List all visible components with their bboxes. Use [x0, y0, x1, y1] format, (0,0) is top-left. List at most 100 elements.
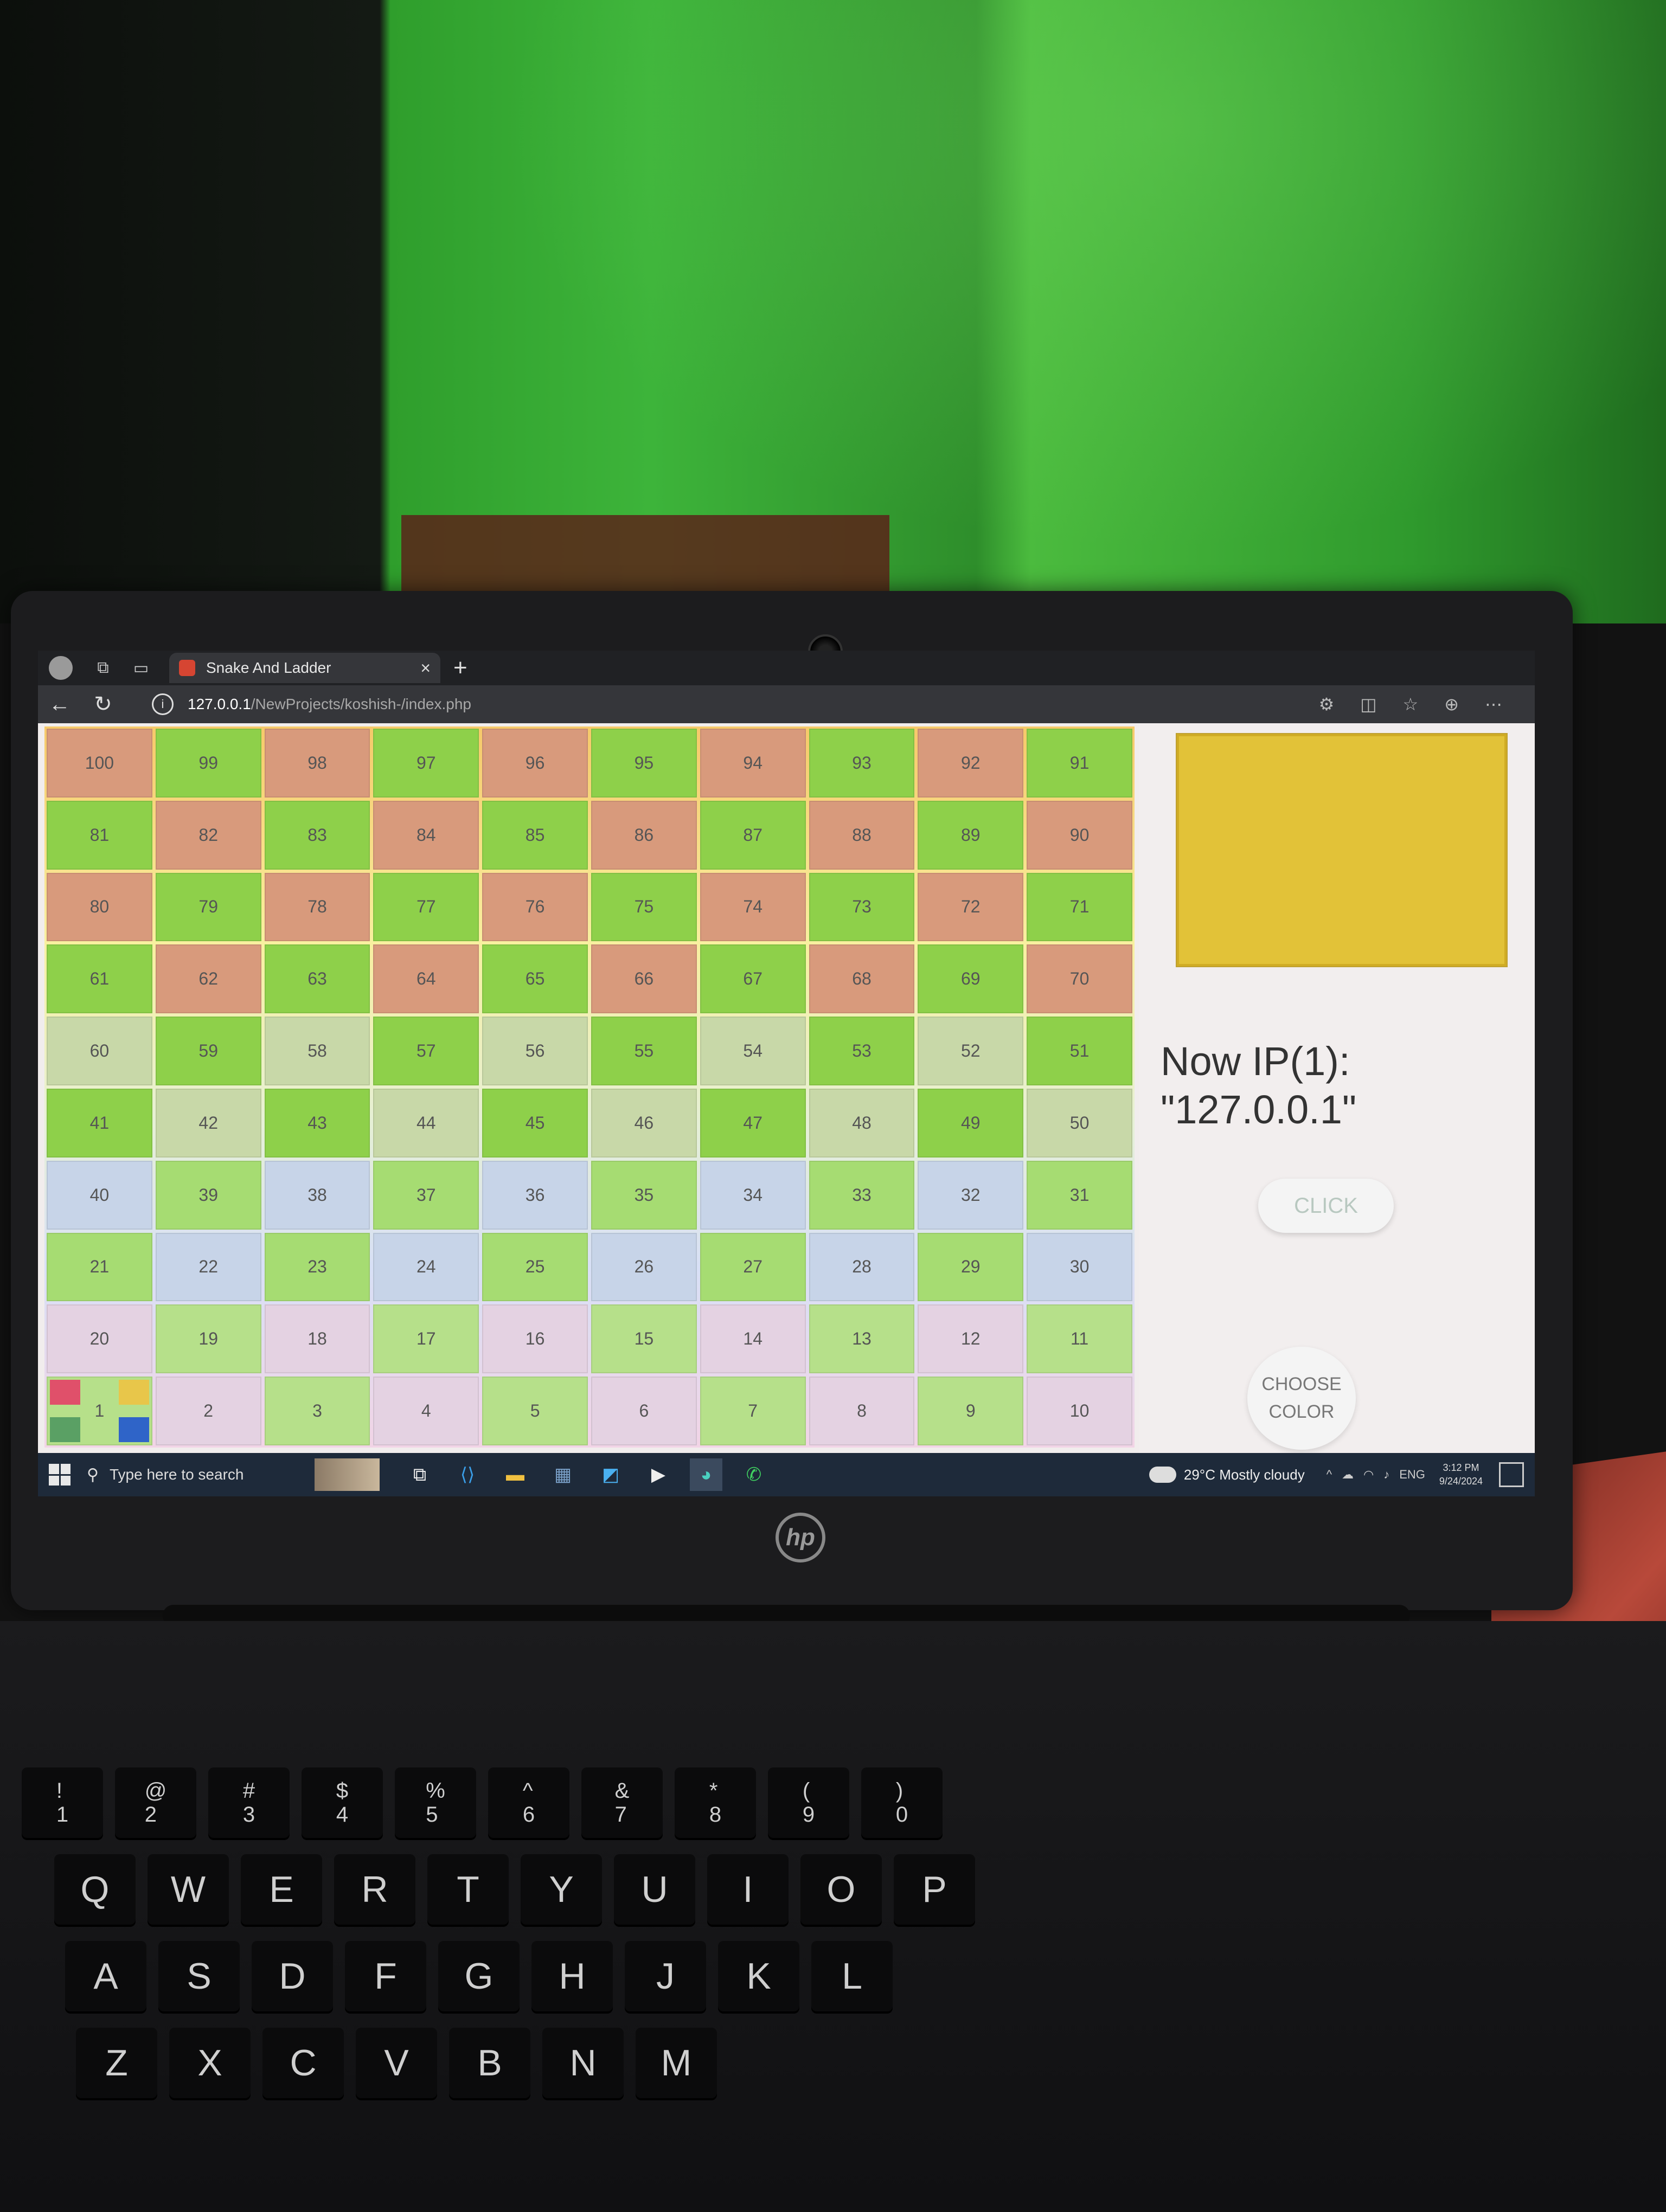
- keyboard-key[interactable]: D: [252, 1941, 333, 2011]
- search-highlight-image[interactable]: [315, 1458, 380, 1491]
- cell-number: 91: [1069, 753, 1090, 773]
- background-wall: [0, 0, 1666, 623]
- photos-icon[interactable]: ▦: [547, 1458, 579, 1491]
- task-view-icon[interactable]: ⧉: [403, 1458, 436, 1491]
- keyboard-key[interactable]: S: [158, 1941, 240, 2011]
- board-cell: 67: [700, 944, 806, 1014]
- windows-start-icon[interactable]: [49, 1464, 71, 1486]
- keyboard-key[interactable]: V: [356, 2028, 437, 2098]
- cell-number: 33: [852, 1185, 872, 1205]
- board-cell: 30: [1027, 1232, 1132, 1302]
- edge-browser-icon[interactable]: ◕: [690, 1458, 722, 1491]
- keyboard-key[interactable]: ) 0: [861, 1767, 943, 1838]
- keyboard-key[interactable]: % 5: [395, 1767, 476, 1838]
- keyboard-key[interactable]: A: [65, 1941, 146, 2011]
- keyboard-key[interactable]: H: [531, 1941, 613, 2011]
- whatsapp-icon[interactable]: ✆: [738, 1458, 770, 1491]
- taskbar-search[interactable]: ⚲ Type here to search: [87, 1458, 315, 1491]
- cell-number: 30: [1069, 1257, 1090, 1277]
- more-icon[interactable]: ⋯: [1485, 694, 1502, 715]
- keyboard-key[interactable]: O: [800, 1854, 882, 1925]
- click-button[interactable]: CLICK: [1258, 1179, 1394, 1233]
- collections-icon[interactable]: ⊕: [1444, 694, 1459, 715]
- notification-icon[interactable]: [1499, 1462, 1524, 1487]
- board-cell: 94: [700, 729, 806, 798]
- cell-number: 51: [1069, 1041, 1090, 1061]
- onedrive-icon[interactable]: ☁: [1342, 1468, 1354, 1482]
- board-cell: 97: [373, 729, 479, 798]
- language-indicator[interactable]: ENG: [1399, 1468, 1425, 1482]
- media-player-icon[interactable]: ▶: [642, 1458, 675, 1491]
- cell-number: 77: [416, 897, 436, 917]
- keyboard-key[interactable]: G: [438, 1941, 520, 2011]
- volume-icon[interactable]: ♪: [1383, 1468, 1389, 1482]
- keyboard-key[interactable]: K: [718, 1941, 799, 2011]
- url-field[interactable]: i 127.0.0.1 /NewProjects/koshish-/index.…: [152, 693, 471, 715]
- keyboard-key[interactable]: ( 9: [768, 1767, 849, 1838]
- board-cell: 10: [1027, 1377, 1132, 1445]
- browser-toolbar: ⚙ ◫ ☆ ⊕ ⋯: [1319, 694, 1535, 715]
- weather-widget[interactable]: 29°C Mostly cloudy: [1149, 1467, 1305, 1483]
- keyboard-key[interactable]: & 7: [581, 1767, 663, 1838]
- snake-ladder-board: 100 99 98 97 96 95 94 93 92 91 81 82 83 84 85 86 87 88 89 9…: [44, 726, 1135, 1448]
- keyboard-key[interactable]: L: [811, 1941, 893, 2011]
- keyboard-key[interactable]: U: [614, 1854, 695, 1925]
- wifi-icon[interactable]: ◠: [1363, 1468, 1374, 1482]
- keyboard-key[interactable]: # 3: [208, 1767, 290, 1838]
- player-token-yellow[interactable]: [118, 1380, 149, 1405]
- reload-icon[interactable]: ↻: [81, 692, 125, 717]
- keyboard-key[interactable]: W: [148, 1854, 229, 1925]
- tab-snake-and-ladder[interactable]: Snake And Ladder ×: [169, 653, 440, 683]
- profile-avatar[interactable]: [49, 656, 73, 680]
- workspaces-icon[interactable]: ⧉: [88, 653, 118, 683]
- tab-actions-icon[interactable]: ▭: [126, 653, 156, 683]
- favorites-icon[interactable]: ☆: [1403, 694, 1419, 715]
- back-arrow-icon[interactable]: ←: [38, 692, 81, 717]
- keyboard-key[interactable]: $ 4: [302, 1767, 383, 1838]
- keyboard-key[interactable]: ! 1: [22, 1767, 103, 1838]
- keyboard-key[interactable]: Q: [54, 1854, 136, 1925]
- keyboard-key[interactable]: B: [449, 2028, 530, 2098]
- color-label: COLOR: [1268, 1401, 1335, 1422]
- keyboard-key[interactable]: J: [625, 1941, 706, 2011]
- keyboard-key[interactable]: X: [169, 2028, 251, 2098]
- keyboard-key[interactable]: Z: [76, 2028, 157, 2098]
- paint-icon[interactable]: ◩: [594, 1458, 627, 1491]
- board-cell: 17: [373, 1304, 479, 1374]
- vscode-icon[interactable]: ⟨⟩: [451, 1458, 484, 1491]
- keyboard-key[interactable]: N: [542, 2028, 624, 2098]
- tab-close-icon[interactable]: ×: [420, 658, 431, 678]
- file-explorer-icon[interactable]: ▬: [499, 1458, 531, 1491]
- keyboard-key[interactable]: * 8: [675, 1767, 756, 1838]
- keyboard-key[interactable]: P: [894, 1854, 975, 1925]
- cell-number: 92: [960, 753, 981, 773]
- player-token-green[interactable]: [50, 1417, 80, 1442]
- keyboard-key[interactable]: ^ 6: [488, 1767, 569, 1838]
- keyboard-key[interactable]: R: [334, 1854, 415, 1925]
- player-token-red[interactable]: [50, 1380, 80, 1405]
- keyboard-key[interactable]: F: [345, 1941, 426, 2011]
- keyboard-key[interactable]: Y: [521, 1854, 602, 1925]
- reading-view-icon[interactable]: ◫: [1360, 694, 1376, 715]
- choose-color-button[interactable]: CHOOSE COLOR: [1247, 1347, 1356, 1450]
- board-cell: 49: [918, 1089, 1024, 1158]
- keyboard-key[interactable]: T: [427, 1854, 509, 1925]
- site-info-icon[interactable]: i: [152, 693, 174, 715]
- player-token-blue[interactable]: [118, 1417, 149, 1442]
- keyboard-key[interactable]: M: [636, 2028, 717, 2098]
- board-cell: 60: [47, 1017, 152, 1085]
- taskbar-clock[interactable]: 3:12 PM 9/24/2024: [1439, 1461, 1483, 1488]
- keyboard-key[interactable]: @ 2: [115, 1767, 196, 1838]
- keyboard-key[interactable]: I: [707, 1854, 789, 1925]
- board-cell: 33: [809, 1160, 915, 1230]
- board-cell: 76: [482, 872, 588, 942]
- keyboard-key[interactable]: E: [241, 1854, 322, 1925]
- cell-number: 1: [94, 1401, 105, 1421]
- tray-chevron-icon[interactable]: ^: [1327, 1468, 1332, 1482]
- new-tab-button[interactable]: +: [453, 654, 467, 681]
- board-cell: 5: [482, 1377, 588, 1445]
- extensions-icon[interactable]: ⚙: [1319, 694, 1335, 715]
- cell-number: 48: [852, 1113, 872, 1133]
- keyboard-key[interactable]: C: [262, 2028, 344, 2098]
- cell-number: 87: [743, 825, 762, 845]
